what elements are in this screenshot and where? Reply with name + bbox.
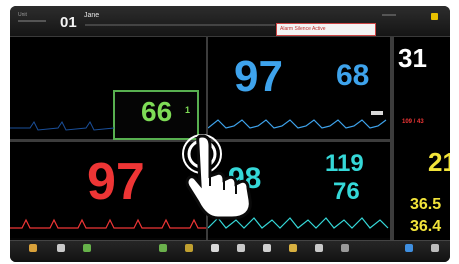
bed-number: 01	[60, 14, 77, 31]
temp-value-1: 36.5	[410, 196, 442, 213]
right-red-value: 109 / 43	[402, 119, 424, 125]
header-bar: Unit 01 Jane Alarm Silence Active	[10, 6, 450, 37]
config-icon	[431, 244, 439, 252]
monitor-screen: Unit 01 Jane Alarm Silence Active 97 68 …	[10, 6, 450, 262]
bp-systolic-value: 119	[325, 150, 364, 177]
ecg-line	[10, 218, 206, 229]
alarm-message-field[interactable]: Alarm Silence Active	[276, 23, 376, 36]
footer-button-trends[interactable]	[176, 243, 202, 261]
footer-button-review[interactable]	[74, 243, 100, 261]
ecg-hr-value: 97	[87, 153, 145, 211]
ecg-waveform-top	[10, 121, 115, 131]
nibp-icon	[159, 244, 167, 252]
footer-button-nibp[interactable]	[150, 243, 176, 261]
bp-diastolic-value: 76	[333, 178, 360, 205]
right-column: 31 109 / 43 21 36.5 36.4	[394, 37, 450, 240]
ecg-waveform	[10, 218, 206, 229]
spo2-value: 97	[234, 52, 283, 101]
patient-details	[85, 24, 275, 26]
unit-info	[18, 20, 46, 22]
alarm-bell-icon[interactable]	[431, 13, 438, 20]
review-icon	[83, 244, 91, 252]
trends-icon	[185, 244, 193, 252]
footer-button-audio[interactable]	[228, 243, 254, 261]
footer-button-print[interactable]	[306, 243, 332, 261]
patient-icon	[57, 244, 65, 252]
top-ecg-line	[10, 121, 115, 131]
spo2-secondary-value: 68	[336, 59, 370, 92]
footer-button-setup[interactable]	[332, 243, 358, 261]
footer-button-zero[interactable]	[202, 243, 228, 261]
patient-name[interactable]: Jane	[84, 12, 99, 19]
footer-button-freeze[interactable]	[254, 243, 280, 261]
freeze-icon	[263, 244, 271, 252]
footer-button-monitor[interactable]	[396, 243, 422, 261]
zero-icon	[211, 244, 219, 252]
footer-button-home[interactable]	[280, 243, 306, 261]
monitor-icon	[405, 244, 413, 252]
divider-v2	[390, 37, 394, 240]
footer-toolbar	[10, 240, 450, 262]
setup-icon	[341, 244, 349, 252]
right-yellow-top: 21	[428, 147, 450, 177]
footer-button-patient[interactable]	[48, 243, 74, 261]
alarm-message: Alarm Silence Active	[280, 26, 326, 32]
footer-button-alarms[interactable]	[20, 243, 46, 261]
print-icon	[315, 244, 323, 252]
touch-hand-icon	[182, 134, 252, 220]
audio-icon	[237, 244, 245, 252]
right-top-value: 31	[398, 43, 427, 73]
temp-value-2: 36.4	[410, 218, 442, 235]
footer-button-config[interactable]	[422, 243, 448, 261]
unit-label: Unit	[18, 12, 27, 18]
pleth-line	[208, 119, 387, 129]
header-info	[382, 14, 396, 16]
home-icon	[289, 244, 297, 252]
alarms-icon	[29, 244, 37, 252]
pulse-small-value: 1	[185, 105, 191, 115]
